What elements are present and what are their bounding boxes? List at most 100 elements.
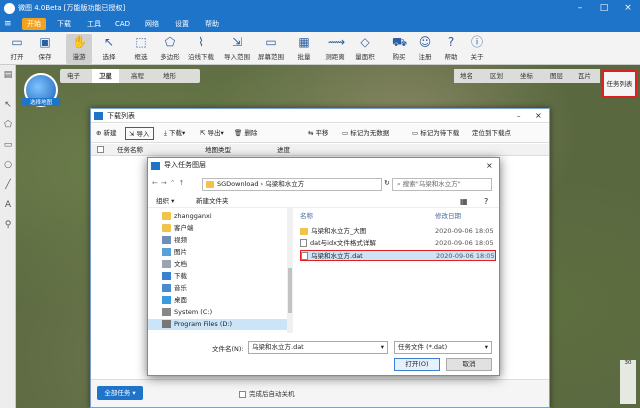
export-button[interactable]: ⇱ 导出▾: [197, 127, 227, 140]
menu-start[interactable]: 开始: [22, 18, 46, 30]
batch-button[interactable]: ▦ 批量: [292, 34, 316, 64]
tab-layers[interactable]: 图层: [544, 69, 569, 83]
tab-satellite[interactable]: 卫星: [92, 69, 119, 83]
select-all-checkbox[interactable]: [97, 146, 104, 153]
minimize-icon[interactable]: –: [574, 2, 586, 14]
col-task-name[interactable]: 任务名称: [117, 144, 143, 156]
filetype-select[interactable]: 任务文件 (*.dat) ▾: [394, 341, 492, 354]
import-button[interactable]: ⇲ 导入: [125, 127, 154, 140]
text-icon[interactable]: A: [2, 199, 14, 211]
map-select-label[interactable]: 选择地图: [22, 98, 60, 106]
organize-button[interactable]: 组织 ▾: [156, 195, 174, 208]
tree-item[interactable]: 文档: [162, 259, 187, 270]
search-input[interactable]: ⌕ 搜索"乌梁和水立方": [392, 178, 492, 191]
refresh-icon[interactable]: ↻: [384, 179, 390, 187]
chevron-down-icon[interactable]: ▾: [381, 342, 384, 353]
all-tasks-dropdown[interactable]: 全部任务 ▾: [97, 386, 143, 400]
delete-button[interactable]: 🗑 删除: [231, 127, 260, 140]
breadcrumb-current[interactable]: 乌梁和水立方: [265, 180, 304, 188]
cancel-button[interactable]: 取消: [446, 358, 492, 371]
task-list-button[interactable]: 任务列表: [602, 70, 637, 98]
layer-icon[interactable]: ▤: [2, 69, 14, 81]
locate-download-point-button[interactable]: 定位到下载点: [469, 127, 514, 140]
col-progress[interactable]: 进度: [277, 144, 290, 156]
marker-icon[interactable]: ⚲: [2, 219, 14, 231]
menu-network[interactable]: 网络: [140, 18, 164, 30]
help-icon[interactable]: ?: [484, 195, 488, 208]
polygon-button[interactable]: ⬠ 多边形: [156, 34, 184, 64]
import-range-button[interactable]: ⇲ 导入范围: [222, 34, 252, 64]
tab-tiles[interactable]: 瓦片: [572, 69, 597, 83]
polygon-icon[interactable]: ⬠: [2, 119, 14, 131]
new-task-button[interactable]: ⊕ 新建: [93, 127, 120, 140]
tree-scrollbar[interactable]: [287, 208, 293, 333]
tree-item[interactable]: 客户端: [162, 223, 194, 234]
tree-item[interactable]: zhangganxi: [162, 211, 212, 222]
tab-district[interactable]: 区划: [484, 69, 509, 83]
open-button[interactable]: ▭ 打开: [4, 34, 30, 64]
minimize-icon[interactable]: –: [517, 109, 521, 123]
close-icon[interactable]: ×: [486, 158, 493, 173]
tab-elevation[interactable]: 高程: [124, 69, 151, 83]
file-icon: [301, 252, 308, 260]
menu-cad[interactable]: CAD: [110, 18, 135, 30]
tree-item[interactable]: Program Files (D:): [148, 319, 288, 330]
buy-button[interactable]: ⛟ 购买: [388, 34, 410, 64]
tree-item[interactable]: 下载: [162, 271, 187, 282]
tab-terrain[interactable]: 地形: [156, 69, 183, 83]
measure-area-button[interactable]: ◇ 量面积: [352, 34, 378, 64]
circle-icon[interactable]: ○: [2, 159, 14, 171]
menu-icon[interactable]: ≡: [4, 19, 12, 29]
box-select-button[interactable]: ⬚ 框选: [128, 34, 154, 64]
col-date[interactable]: 修改日期: [435, 211, 461, 222]
nav-arrows[interactable]: ←→⌃↑: [152, 179, 187, 187]
mark-no-data-button[interactable]: ▭ 标记为无数据: [339, 127, 392, 140]
menu-help[interactable]: 帮助: [200, 18, 224, 30]
download-button[interactable]: ⤓ 下载▾: [161, 127, 188, 140]
about-button[interactable]: ⓘ 关于: [466, 34, 488, 64]
filename-input[interactable]: 乌梁和水立方.dat ▾: [248, 341, 388, 354]
file-row[interactable]: dat与idx文件格式详解 2020-09-06 18:05: [300, 238, 496, 249]
drive-icon: [162, 308, 171, 316]
monitor-icon: ▭: [265, 35, 277, 49]
tree-item[interactable]: 图片: [162, 247, 187, 258]
close-icon[interactable]: ×: [535, 109, 542, 123]
auto-shutdown-checkbox[interactable]: 完成后自动关机: [239, 388, 295, 398]
file-row-selected[interactable]: 乌梁和水立方.dat 2020-09-06 18:05: [300, 250, 496, 261]
tab-electronic[interactable]: 电子: [60, 69, 87, 83]
view-options-icon[interactable]: ▦: [460, 195, 468, 208]
tree-item[interactable]: 视频: [162, 235, 187, 246]
pan-button[interactable]: ⇆ 平移: [305, 127, 332, 140]
menu-settings[interactable]: 设置: [170, 18, 194, 30]
register-button[interactable]: ☺ 注册: [414, 34, 436, 64]
col-name[interactable]: 名称: [300, 212, 313, 220]
rectangle-icon[interactable]: ▭: [2, 139, 14, 151]
cursor-icon[interactable]: ↖: [2, 99, 14, 111]
select-button[interactable]: ↖ 选择: [96, 34, 122, 64]
tree-item[interactable]: 音乐: [162, 283, 187, 294]
zoom-level-indicator: 30: [620, 360, 636, 404]
scrollbar-thumb[interactable]: [288, 268, 292, 313]
menu-tools[interactable]: 工具: [82, 18, 106, 30]
tree-item[interactable]: System (C:): [162, 307, 212, 318]
open-button[interactable]: 打开(O): [394, 358, 440, 371]
close-icon[interactable]: ×: [622, 2, 634, 14]
measure-distance-button[interactable]: ⟿ 测距离: [322, 34, 348, 64]
tab-placename[interactable]: 地名: [454, 69, 479, 83]
save-button[interactable]: ▣ 保存: [32, 34, 58, 64]
line-icon[interactable]: ╱: [2, 179, 14, 191]
screen-range-button[interactable]: ▭ 屏幕范围: [256, 34, 286, 64]
new-folder-button[interactable]: 新建文件夹: [196, 195, 229, 208]
help-button[interactable]: ? 帮助: [440, 34, 462, 64]
pan-button[interactable]: ✋ 漫游: [66, 34, 92, 64]
menu-download[interactable]: 下载: [52, 18, 76, 30]
tree-item[interactable]: 桌面: [162, 295, 187, 306]
address-bar[interactable]: SGDownload › 乌梁和水立方: [202, 178, 382, 191]
file-row[interactable]: 乌梁和水立方_大图 2020-09-06 18:05: [300, 226, 496, 237]
col-map-type[interactable]: 地图类型: [205, 144, 231, 156]
tab-coordinates[interactable]: 坐标: [514, 69, 539, 83]
maximize-icon[interactable]: □: [598, 2, 610, 14]
breadcrumb-sgdownload[interactable]: SGDownload: [217, 180, 258, 188]
mark-pending-button[interactable]: ▭ 标记为待下载: [409, 127, 462, 140]
line-download-button[interactable]: ⌇ 沿线下载: [186, 34, 216, 64]
